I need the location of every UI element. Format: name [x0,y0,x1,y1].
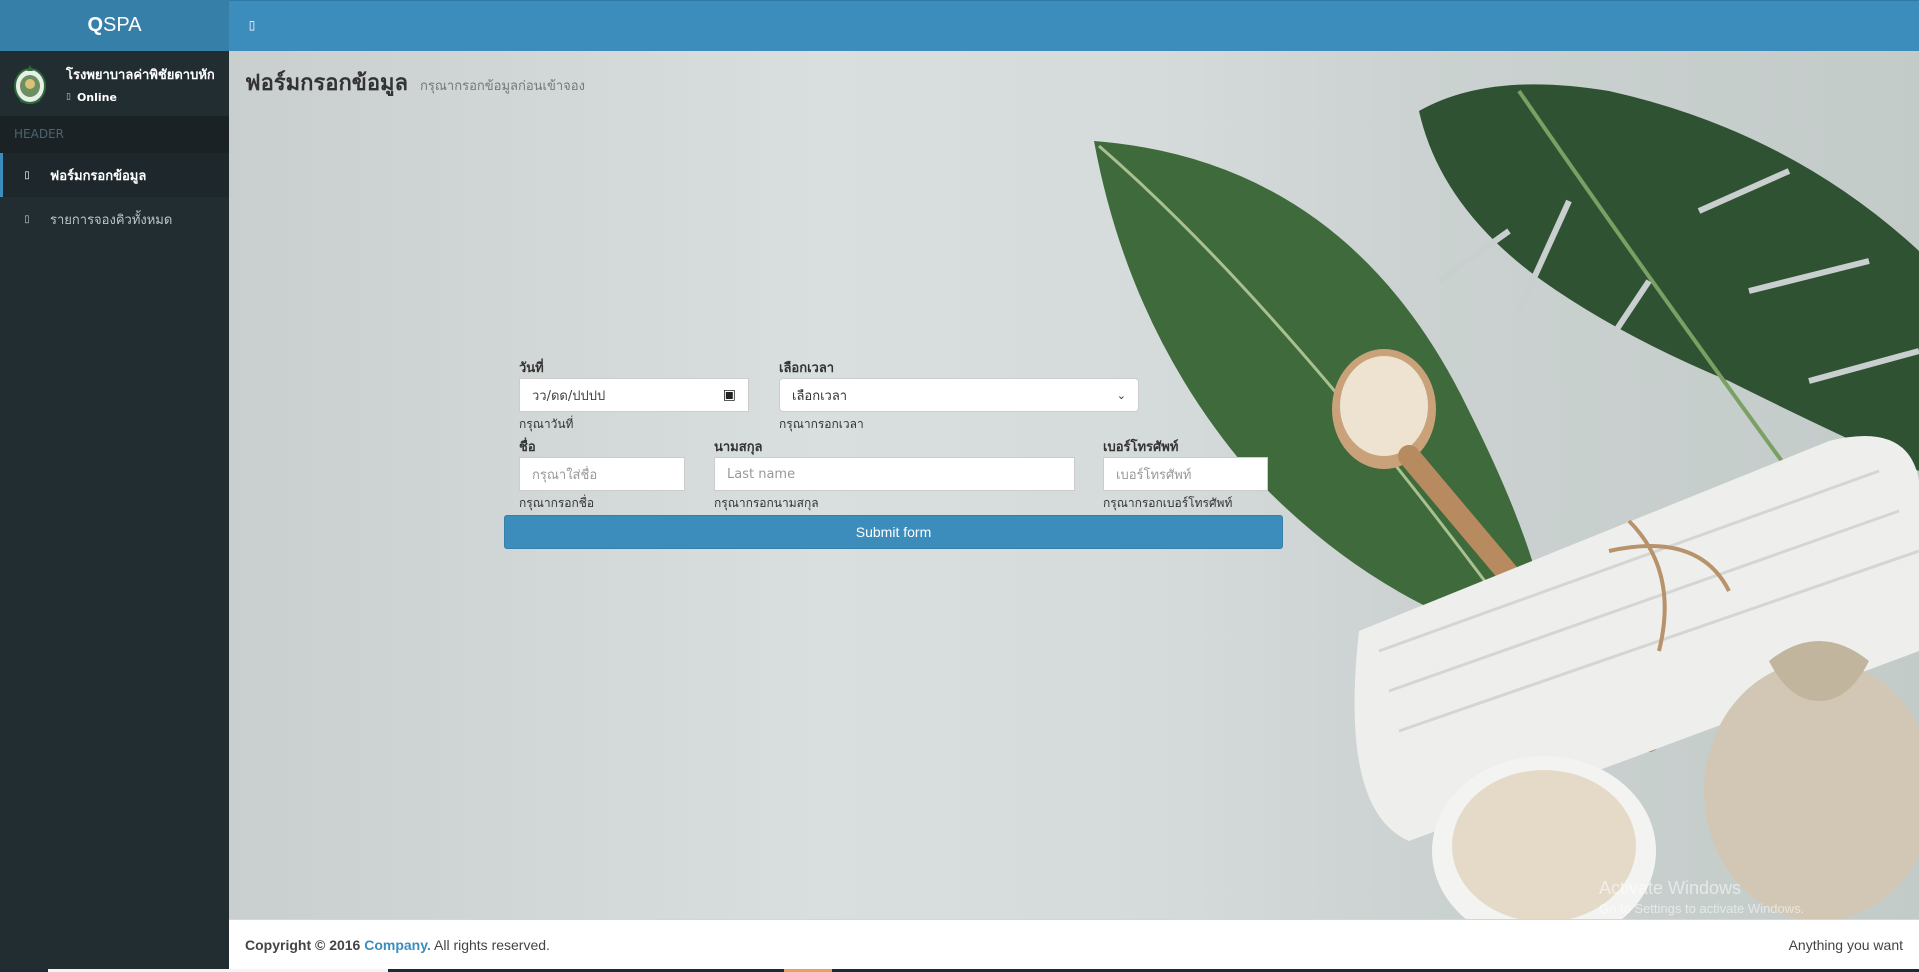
date-field-group: วันที่ วว/ดด/ปปปป ▣ กรุณาวันที่ [519,357,749,434]
logo[interactable]: Q SPA [0,0,229,51]
company-link[interactable]: Company. [364,937,431,953]
time-help: กรุณากรอกเวลา [779,417,864,431]
chevron-down-icon: ⌄ [1116,388,1126,402]
sidebar-item-label: รายการจองคิวทั้งหมด [50,212,173,228]
footer: Copyright © 2016 Company. All rights res… [229,919,1919,969]
rights-text: All rights reserved. [430,936,550,953]
circle-icon: ▯ [24,169,30,181]
last-name-help: กรุณากรอกนามสกุล [714,496,819,510]
time-select[interactable]: เลือกเวลา ⌄ [779,378,1139,412]
logo-text: SPA [103,14,142,36]
phone-label: เบอร์โทรศัพท์ [1103,440,1179,455]
circle-icon: ▯ [24,213,30,225]
first-name-help: กรุณากรอกชื่อ [519,496,595,510]
sidebar-item-bookings[interactable]: ▯ รายการจองคิวทั้งหมด [0,197,229,241]
top-navbar: ▯ [229,0,1919,51]
sidebar: Q SPA โรงพยาบาลค่าพิชัยดาบหัก ▯ Online HE… [0,0,229,972]
logo-bold: Q [87,14,103,36]
user-name: โรงพยาบาลค่าพิชัยดาบหัก [66,67,215,83]
booking-form: วันที่ วว/ดด/ปปปป ▣ กรุณาวันที่ เลือกเวล… [229,51,1919,919]
status-text: Online [76,90,117,104]
date-value: วว/ดด/ปปปป [532,388,606,404]
date-help: กรุณาวันที่ [519,417,574,431]
date-label: วันที่ [519,361,544,376]
last-name-placeholder: Last name [727,466,796,482]
sidebar-item-label: ฟอร์มกรอกข้อมูล [50,168,147,184]
submit-button[interactable]: Submit form [504,515,1283,549]
user-status[interactable]: ▯ Online [66,91,215,104]
time-selected-value: เลือกเวลา [792,388,848,404]
menu-toggle-icon[interactable]: ▯ [244,18,260,32]
first-name-input[interactable]: กรุณาใส่ชื่อ [519,457,685,491]
hospital-emblem-icon [14,64,46,104]
windows-activation-watermark: Activate Windows Go to Settings to activ… [1599,878,1804,916]
last-name-field-group: นามสกุล Last name กรุณากรอกนามสกุล [714,436,1075,513]
time-field-group: เลือกเวลา เลือกเวลา ⌄ กรุณากรอกเวลา [779,357,1139,434]
last-name-input[interactable]: Last name [714,457,1075,491]
first-name-field-group: ชื่อ กรุณาใส่ชื่อ กรุณากรอกชื่อ [519,436,685,513]
sidebar-header: HEADER [0,116,229,153]
phone-placeholder: เบอร์โทรศัพท์ [1116,467,1192,483]
user-panel: โรงพยาบาลค่าพิชัยดาบหัก ▯ Online [0,51,229,116]
sidebar-item-form[interactable]: ▯ ฟอร์มกรอกข้อมูล [0,153,229,197]
time-label: เลือกเวลา [779,361,835,376]
content-area: ฟอร์มกรอกข้อมูล กรุณากรอกข้อมูลก่อนเข้าจ… [229,51,1919,919]
copyright-text: Copyright © 2016 [245,936,365,953]
footer-copyright: Copyright © 2016 Company. All rights res… [245,937,550,953]
phone-field-group: เบอร์โทรศัพท์ เบอร์โทรศัพท์ กรุณากรอกเบอ… [1103,436,1268,513]
first-name-placeholder: กรุณาใส่ชื่อ [532,467,598,483]
date-input[interactable]: วว/ดด/ปปปป ▣ [519,378,749,412]
status-circle-icon: ▯ [66,92,71,102]
watermark-line-1: Activate Windows [1599,878,1742,898]
watermark-line-2: Go to Settings to activate Windows. [1599,901,1805,916]
footer-right-text: Anything you want [1788,936,1903,953]
calendar-icon[interactable]: ▣ [723,387,736,403]
last-name-label: นามสกุล [714,440,763,455]
first-name-label: ชื่อ [519,440,536,455]
phone-help: กรุณากรอกเบอร์โทรศัพท์ [1103,496,1233,510]
phone-input[interactable]: เบอร์โทรศัพท์ [1103,457,1268,491]
